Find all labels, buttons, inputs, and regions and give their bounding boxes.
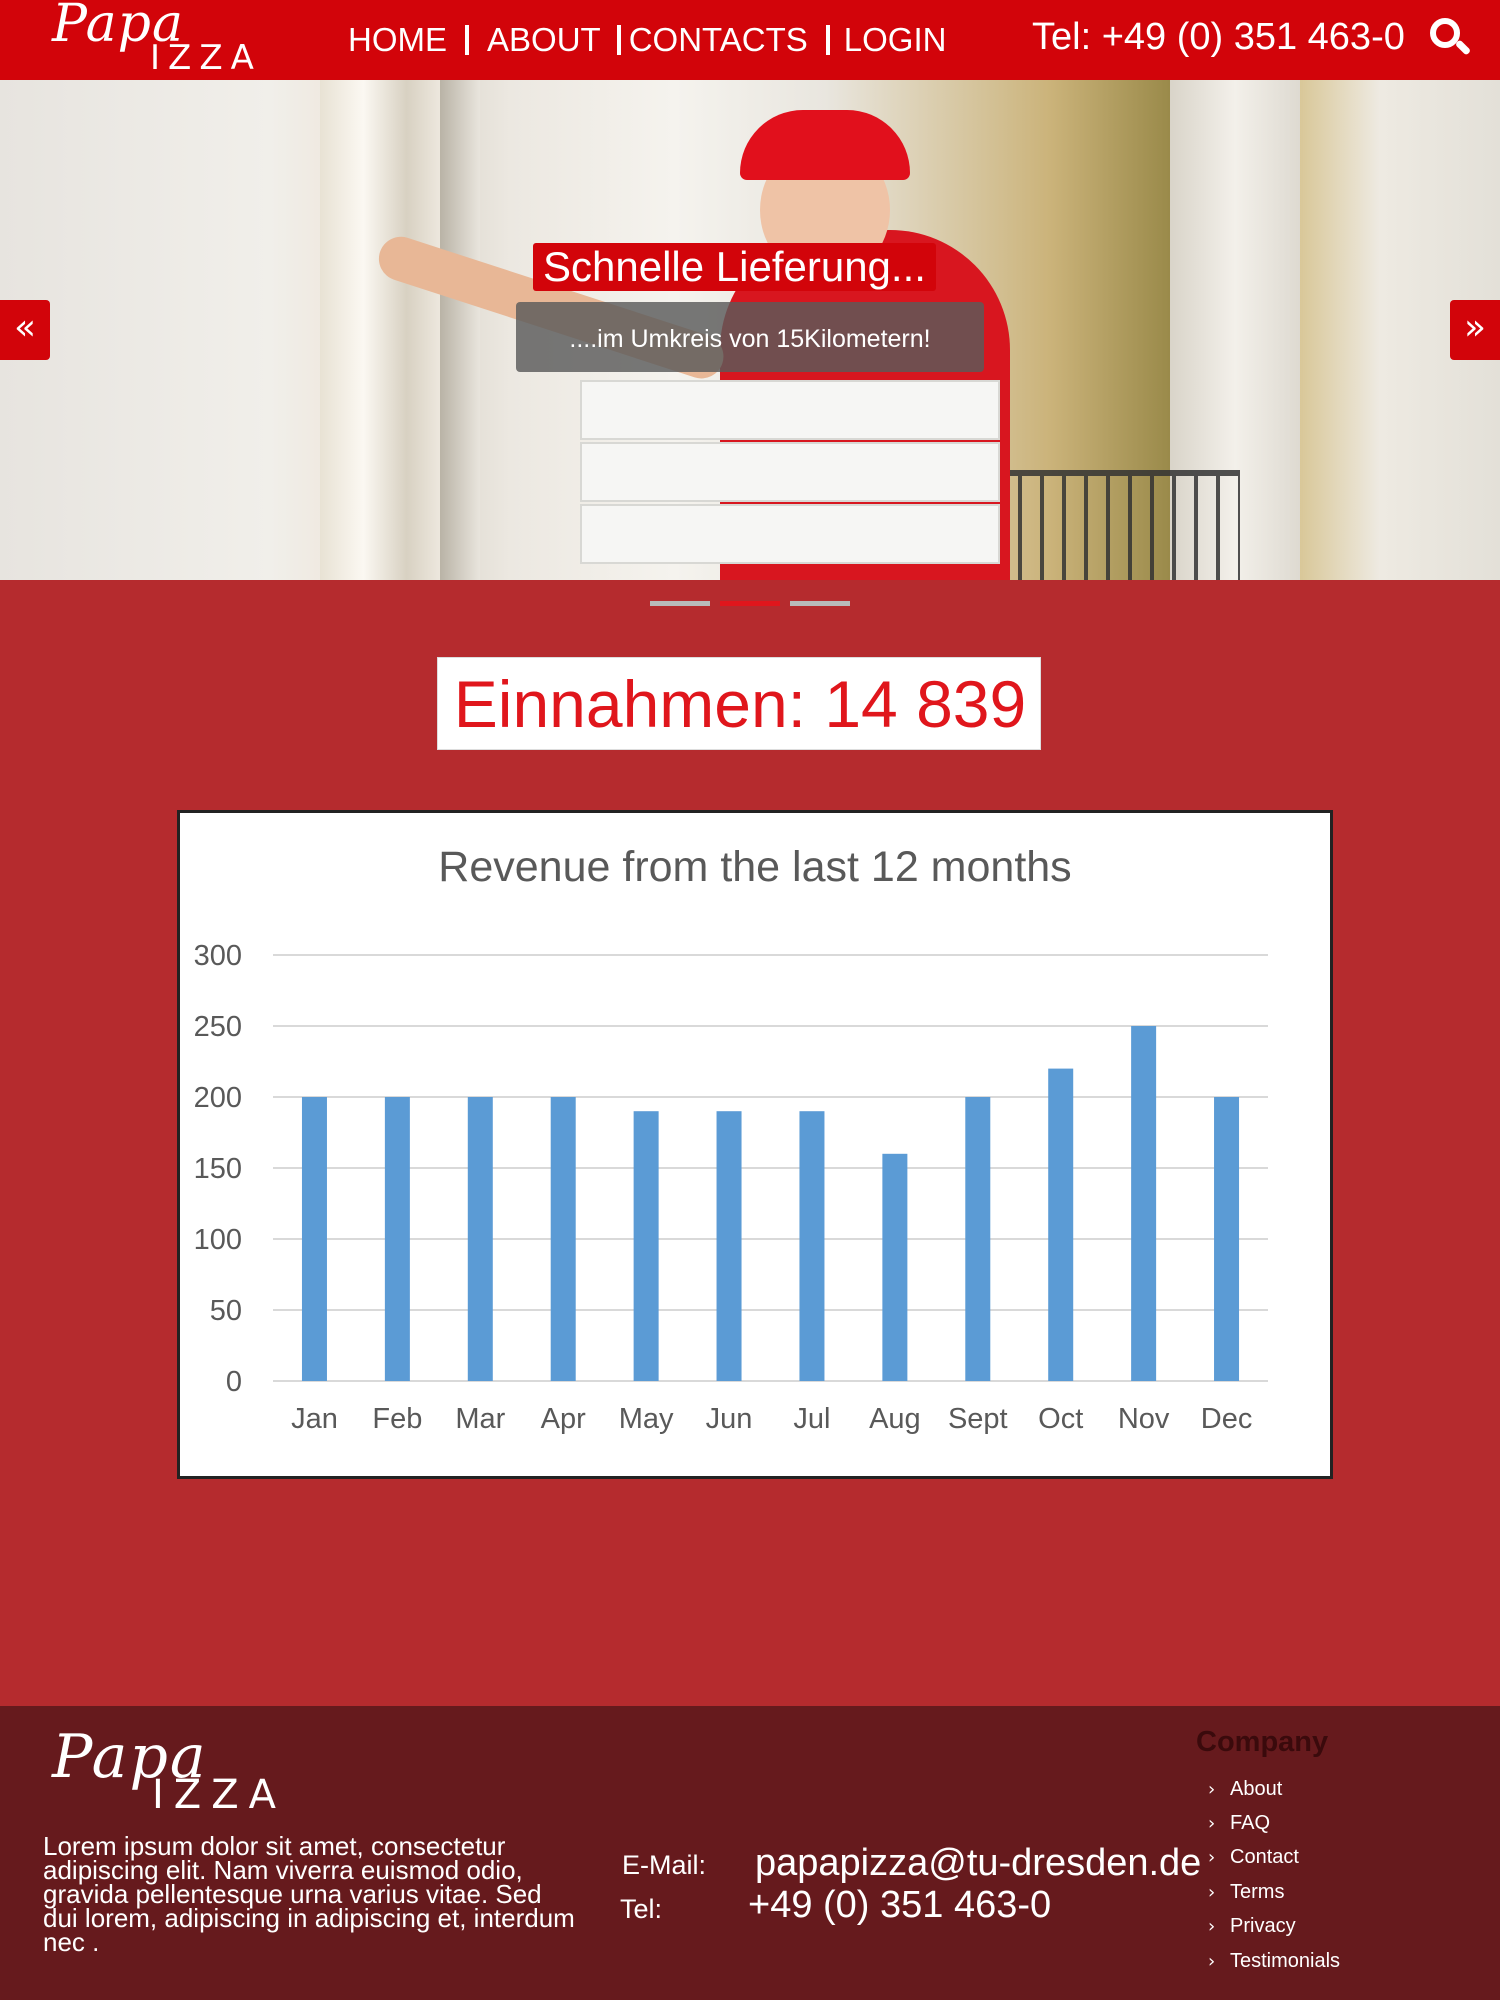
footer-link-label: Terms — [1230, 1880, 1285, 1903]
footer-logo[interactable]: Papa IZZA — [52, 1722, 332, 1818]
x-tick-label: Jul — [793, 1403, 830, 1435]
tel-value[interactable]: +49 (0) 351 463-0 — [748, 1884, 1051, 1927]
bar-jul — [799, 1111, 825, 1381]
bar-apr — [550, 1097, 576, 1381]
bar-dec — [1214, 1097, 1240, 1381]
bar-nov — [1131, 1026, 1157, 1381]
chevron-right-icon: › — [1208, 1950, 1216, 1972]
bar-aug — [882, 1153, 908, 1381]
pizza-box — [580, 442, 1000, 502]
hero-title: Schnelle Lieferung... — [533, 243, 936, 291]
footer-link-terms[interactable]: › Terms — [1208, 1875, 1340, 1909]
y-tick-label: 200 — [194, 1082, 242, 1114]
chevron-right-icon: › — [1208, 1778, 1216, 1800]
hero-subtitle: ....im Umkreis von 15Kilometern! — [516, 302, 984, 372]
footer-link-about[interactable]: › About — [1208, 1772, 1340, 1806]
top-navbar: Papa IZZA HOME ABOUT CONTACTS LOGIN Tel:… — [0, 0, 1500, 80]
y-tick-label: 300 — [194, 940, 242, 972]
footer-link-faq[interactable]: › FAQ — [1208, 1806, 1340, 1840]
hero-person-cap — [740, 110, 910, 180]
footer-description: Lorem ipsum dolor sit amet, consectetur … — [43, 1831, 575, 1957]
chart-title: Revenue from the last 12 months — [438, 843, 1071, 891]
y-tick-label: 150 — [194, 1153, 242, 1185]
email-label: E-Mail: — [622, 1850, 707, 1880]
x-tick-label: Feb — [372, 1403, 422, 1435]
chevron-right-icon: › — [1208, 1916, 1216, 1938]
revenue-chart-svg: Revenue from the last 12 months 0 50 100 15… — [194, 843, 1268, 1435]
footer-link-label: Contact — [1230, 1846, 1299, 1869]
slider-prev-button[interactable]: « — [0, 300, 50, 360]
x-tick-label: Oct — [1038, 1403, 1083, 1435]
header-phone[interactable]: Tel: +49 (0) 351 463-0 — [1032, 16, 1405, 59]
x-tick-label: Dec — [1201, 1403, 1253, 1435]
pizza-box — [580, 504, 1000, 564]
footer-link-privacy[interactable]: › Privacy — [1208, 1910, 1340, 1944]
email-link[interactable]: papapizza@tu-dresden.de — [755, 1842, 1201, 1885]
bar-mar — [467, 1097, 493, 1381]
bar-oct — [1048, 1068, 1074, 1381]
nav-separator — [465, 25, 469, 55]
footer-link-label: Testimonials — [1230, 1949, 1341, 1972]
tel-label: Tel: — [620, 1894, 663, 1924]
nav-contacts[interactable]: CONTACTS — [629, 21, 808, 59]
slider-dot-1[interactable] — [650, 601, 710, 606]
footer: Papa IZZA Lorem ipsum dolor sit amet, co… — [0, 1706, 1500, 2000]
pizza-box — [580, 380, 1000, 440]
revenue-box: Einnahmen: 14 839 — [437, 657, 1041, 750]
x-tick-label: Apr — [541, 1403, 586, 1435]
y-tick-label: 250 — [194, 1011, 242, 1043]
bar-may — [633, 1111, 659, 1381]
slider-dot-3[interactable] — [790, 601, 850, 606]
nav-login[interactable]: LOGIN — [844, 21, 947, 59]
hero-railing — [1000, 470, 1240, 580]
nav-separator — [825, 25, 830, 55]
chevron-right-icon: › — [1208, 1881, 1216, 1903]
revenue-chart: Revenue from the last 12 months 0 50 100 15… — [177, 810, 1333, 1479]
logo-izza-text: IZZA — [150, 38, 262, 78]
search-icon-handle — [1454, 39, 1472, 56]
search-icon[interactable] — [1428, 16, 1472, 60]
footer-link-testimonials[interactable]: › Testimonials — [1208, 1944, 1340, 1978]
x-tick-label: Mar — [455, 1403, 505, 1435]
y-tick-label: 0 — [226, 1366, 242, 1398]
company-links: › About › FAQ › Contact › Terms › Privacy › Te… — [1208, 1772, 1340, 1978]
nav-home[interactable]: HOME — [348, 21, 447, 59]
x-tick-label: May — [619, 1403, 674, 1435]
hero-door-shadow — [440, 80, 480, 580]
chevron-right-icon: › — [1208, 1813, 1216, 1835]
revenue-label: Einnahmen: 14 839 — [453, 667, 1027, 741]
footer-link-label: About — [1230, 1777, 1283, 1800]
slider-dot-2[interactable] — [720, 601, 780, 606]
x-tick-label: Sept — [948, 1403, 1008, 1435]
papa-pizza-logo[interactable]: Papa IZZA — [52, 0, 282, 78]
footer-link-label: FAQ — [1230, 1812, 1271, 1835]
bar-sept — [965, 1097, 991, 1381]
footer-link-contact[interactable]: › Contact — [1208, 1841, 1340, 1875]
y-tick-label: 100 — [194, 1224, 242, 1256]
y-tick-label: 50 — [210, 1295, 242, 1327]
nav-separator — [616, 25, 621, 55]
footer-logo-izza-text: IZZA — [152, 1772, 286, 1818]
bar-jan — [301, 1097, 327, 1381]
slider-next-button[interactable]: » — [1450, 300, 1500, 360]
x-tick-label: Aug — [869, 1403, 921, 1435]
x-tick-label: Nov — [1118, 1403, 1170, 1435]
bar-feb — [384, 1097, 410, 1381]
footer-link-label: Privacy — [1230, 1915, 1296, 1938]
company-heading: Company — [1196, 1726, 1329, 1758]
slider-indicators — [650, 601, 850, 606]
main-nav: HOME ABOUT CONTACTS LOGIN — [348, 18, 946, 62]
bar-jun — [716, 1111, 742, 1381]
x-tick-label: Jan — [291, 1403, 338, 1435]
chevron-right-icon: › — [1208, 1847, 1216, 1869]
nav-about[interactable]: ABOUT — [487, 21, 601, 59]
hero-door — [320, 80, 450, 580]
x-tick-label: Jun — [706, 1403, 753, 1435]
